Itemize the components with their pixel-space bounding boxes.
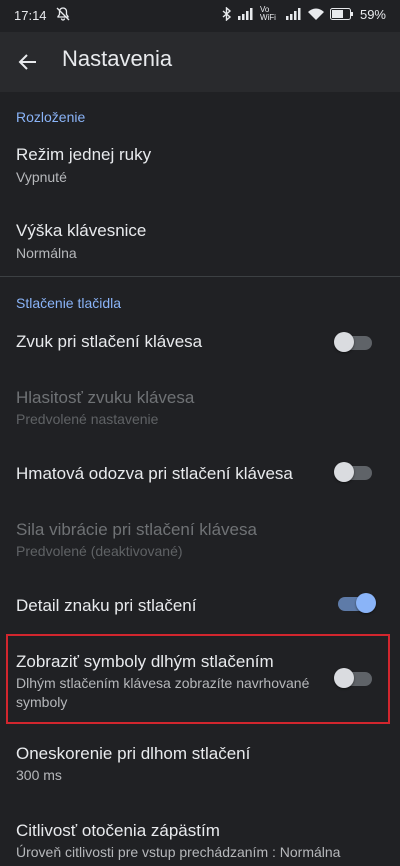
setting-summary: Predvolené nastavenie (16, 411, 159, 427)
wifi-icon (307, 8, 324, 20)
setting-title: Oneskorenie pri dlhom stlačení (16, 744, 251, 763)
key-popup-toggle[interactable] (338, 593, 376, 613)
setting-title: Hlasitosť zvuku klávesa (16, 388, 195, 407)
divider (0, 276, 400, 277)
setting-title: Hmatová odozva pri stlačení klávesa (16, 464, 293, 483)
vowifi-label: Vo WiFi (259, 5, 276, 22)
setting-summary: Predvolené (deaktivované) (16, 543, 183, 559)
battery-percentage: 59% (359, 6, 386, 22)
battery-icon (329, 8, 353, 20)
setting-title: Zvuk pri stlačení klávesa (16, 332, 203, 351)
status-icons: Vo WiFi 59% (222, 6, 386, 22)
section-header-layout: Rozloženie (16, 109, 86, 125)
setting-title: Výška klávesnice (16, 221, 147, 240)
setting-title: Detail znaku pri stlačení (16, 596, 197, 615)
bluetooth-icon (222, 7, 232, 21)
setting-summary: Normálna (16, 245, 77, 261)
signal-icon (237, 8, 253, 20)
signal-icon-2 (285, 8, 301, 20)
setting-title: Režim jednej ruky (16, 145, 152, 164)
setting-title: Citlivosť otočenia zápästím (16, 821, 220, 840)
notifications-muted-icon (56, 7, 70, 21)
setting-title: Sila vibrácie pri stlačení klávesa (16, 520, 257, 539)
back-arrow-icon[interactable] (16, 50, 40, 74)
app-bar: Nastavenia (0, 32, 400, 92)
setting-summary: Úroveň citlivosti pre vstup prechádzaním… (16, 844, 341, 860)
section-header-key-press: Stlačenie tlačidla (16, 295, 122, 311)
setting-summary: Vypnuté (16, 169, 67, 185)
status-bar: 17:14 Vo WiFi 59% (0, 0, 400, 32)
setting-summary: 300 ms (16, 767, 62, 783)
page-title: Nastavenia (62, 46, 173, 71)
status-time: 17:14 (14, 8, 47, 23)
highlight-box (6, 634, 390, 724)
key-sound-toggle[interactable] (334, 332, 372, 352)
haptic-toggle[interactable] (334, 462, 372, 482)
